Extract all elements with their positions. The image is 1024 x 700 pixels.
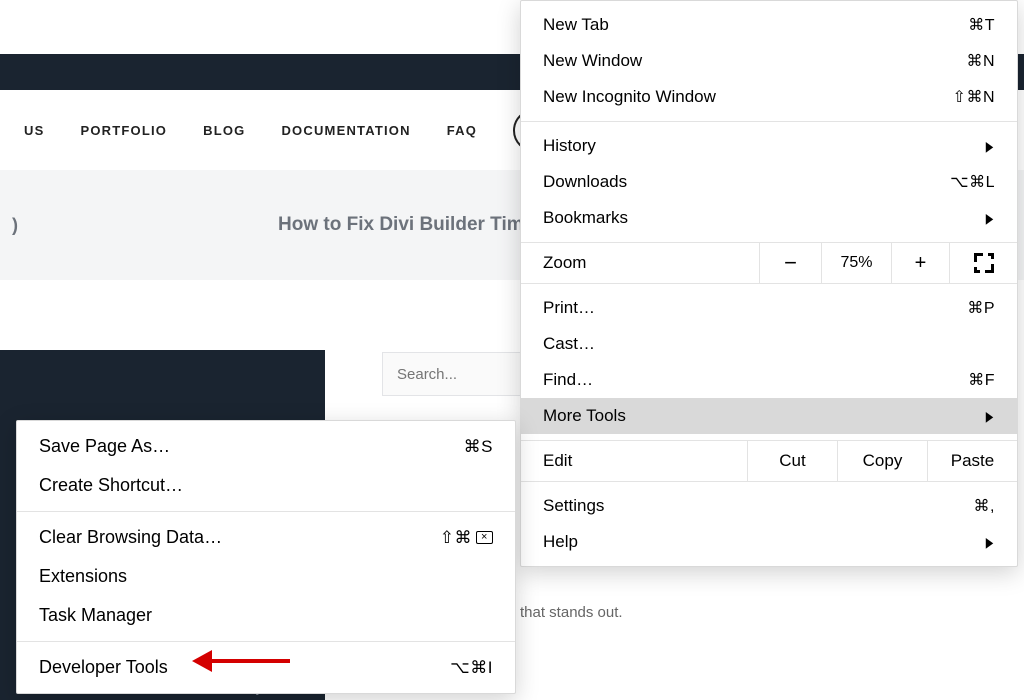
submenu-arrow-icon: ▶ xyxy=(985,138,993,155)
submenu-save-page-shortcut: ⌘S xyxy=(464,437,493,457)
menu-settings[interactable]: Settings ⌘, xyxy=(521,488,1017,524)
browser-main-menu: New Tab ⌘T New Window ⌘N New Incognito W… xyxy=(520,0,1018,567)
nav-link-portfolio[interactable]: PORTFOLIO xyxy=(80,123,167,138)
menu-history[interactable]: History ▶ xyxy=(521,128,1017,164)
submenu-create-shortcut-label: Create Shortcut… xyxy=(39,475,183,496)
submenu-clear-shortcut-prefix: ⇧⌘ xyxy=(440,528,472,548)
menu-downloads[interactable]: Downloads ⌥⌘L xyxy=(521,164,1017,200)
submenu-extensions-label: Extensions xyxy=(39,566,127,587)
menu-print[interactable]: Print… ⌘P xyxy=(521,290,1017,326)
nav-links: US PORTFOLIO BLOG DOCUMENTATION FAQ xyxy=(24,123,477,138)
menu-cast-label: Cast… xyxy=(543,334,595,354)
standout-text: that stands out. xyxy=(520,604,623,621)
menu-new-tab-shortcut: ⌘T xyxy=(968,15,995,35)
search-field-wrap[interactable] xyxy=(382,352,542,396)
menu-settings-label: Settings xyxy=(543,496,604,516)
menu-find-label: Find… xyxy=(543,370,593,390)
menu-more-tools-label: More Tools xyxy=(543,406,626,426)
menu-history-label: History xyxy=(543,136,596,156)
submenu-clear-label: Clear Browsing Data… xyxy=(39,527,222,548)
menu-help-label: Help xyxy=(543,532,578,552)
menu-find-shortcut: ⌘F xyxy=(968,370,995,390)
menu-cast[interactable]: Cast… xyxy=(521,326,1017,362)
submenu-developer-tools[interactable]: Developer Tools ⌥⌘I xyxy=(17,648,515,687)
submenu-developer-tools-label: Developer Tools xyxy=(39,657,168,678)
submenu-task-manager[interactable]: Task Manager xyxy=(17,596,515,635)
nav-link-blog[interactable]: BLOG xyxy=(203,123,245,138)
zoom-in-button[interactable]: + xyxy=(891,243,949,283)
submenu-arrow-icon: ▶ xyxy=(985,408,993,425)
submenu-create-shortcut[interactable]: Create Shortcut… xyxy=(17,466,515,505)
submenu-clear-browsing-data[interactable]: Clear Browsing Data… ⇧⌘ × xyxy=(17,518,515,557)
menu-downloads-shortcut: ⌥⌘L xyxy=(950,172,995,192)
menu-downloads-label: Downloads xyxy=(543,172,627,192)
page-title: How to Fix Divi Builder Timeo xyxy=(278,214,546,236)
menu-print-shortcut: ⌘P xyxy=(967,298,995,318)
menu-find[interactable]: Find… ⌘F xyxy=(521,362,1017,398)
fullscreen-button[interactable] xyxy=(949,243,1017,283)
edit-paste-button[interactable]: Paste xyxy=(927,441,1017,481)
menu-new-window-shortcut: ⌘N xyxy=(966,51,995,71)
search-input[interactable] xyxy=(397,366,527,383)
menu-zoom-label: Zoom xyxy=(521,243,759,283)
submenu-task-manager-label: Task Manager xyxy=(39,605,152,626)
more-tools-submenu: Save Page As… ⌘S Create Shortcut… Clear … xyxy=(16,420,516,694)
fullscreen-icon xyxy=(974,253,994,273)
submenu-clear-shortcut: ⇧⌘ × xyxy=(440,528,493,548)
menu-settings-shortcut: ⌘, xyxy=(974,496,995,516)
zoom-out-button[interactable]: − xyxy=(759,243,821,283)
menu-bookmarks-label: Bookmarks xyxy=(543,208,628,228)
submenu-arrow-icon: ▶ xyxy=(985,534,993,551)
submenu-save-page[interactable]: Save Page As… ⌘S xyxy=(17,427,515,466)
menu-new-incognito-label: New Incognito Window xyxy=(543,87,716,107)
submenu-extensions[interactable]: Extensions xyxy=(17,557,515,596)
menu-bookmarks[interactable]: Bookmarks ▶ xyxy=(521,200,1017,236)
submenu-save-page-label: Save Page As… xyxy=(39,436,170,457)
nav-link-documentation[interactable]: DOCUMENTATION xyxy=(281,123,410,138)
zoom-percent: 75% xyxy=(821,243,891,283)
nav-link-faq[interactable]: FAQ xyxy=(447,123,477,138)
heading-left-fragment: ) xyxy=(12,215,18,236)
menu-new-window-label: New Window xyxy=(543,51,642,71)
menu-new-tab-label: New Tab xyxy=(543,15,609,35)
menu-edit-label: Edit xyxy=(521,441,747,481)
submenu-developer-tools-shortcut: ⌥⌘I xyxy=(450,658,493,678)
menu-new-tab[interactable]: New Tab ⌘T xyxy=(521,7,1017,43)
menu-new-incognito-shortcut: ⇧⌘N xyxy=(953,87,995,107)
menu-help[interactable]: Help ▶ xyxy=(521,524,1017,560)
menu-more-tools[interactable]: More Tools ▶ xyxy=(521,398,1017,434)
menu-zoom-row: Zoom − 75% + xyxy=(521,242,1017,284)
menu-edit-row: Edit Cut Copy Paste xyxy=(521,440,1017,482)
menu-new-incognito[interactable]: New Incognito Window ⇧⌘N xyxy=(521,79,1017,115)
edit-cut-button[interactable]: Cut xyxy=(747,441,837,481)
submenu-arrow-icon: ▶ xyxy=(985,210,993,227)
delete-key-icon: × xyxy=(476,531,493,544)
menu-print-label: Print… xyxy=(543,298,595,318)
menu-new-window[interactable]: New Window ⌘N xyxy=(521,43,1017,79)
edit-copy-button[interactable]: Copy xyxy=(837,441,927,481)
nav-link-us[interactable]: US xyxy=(24,123,44,138)
